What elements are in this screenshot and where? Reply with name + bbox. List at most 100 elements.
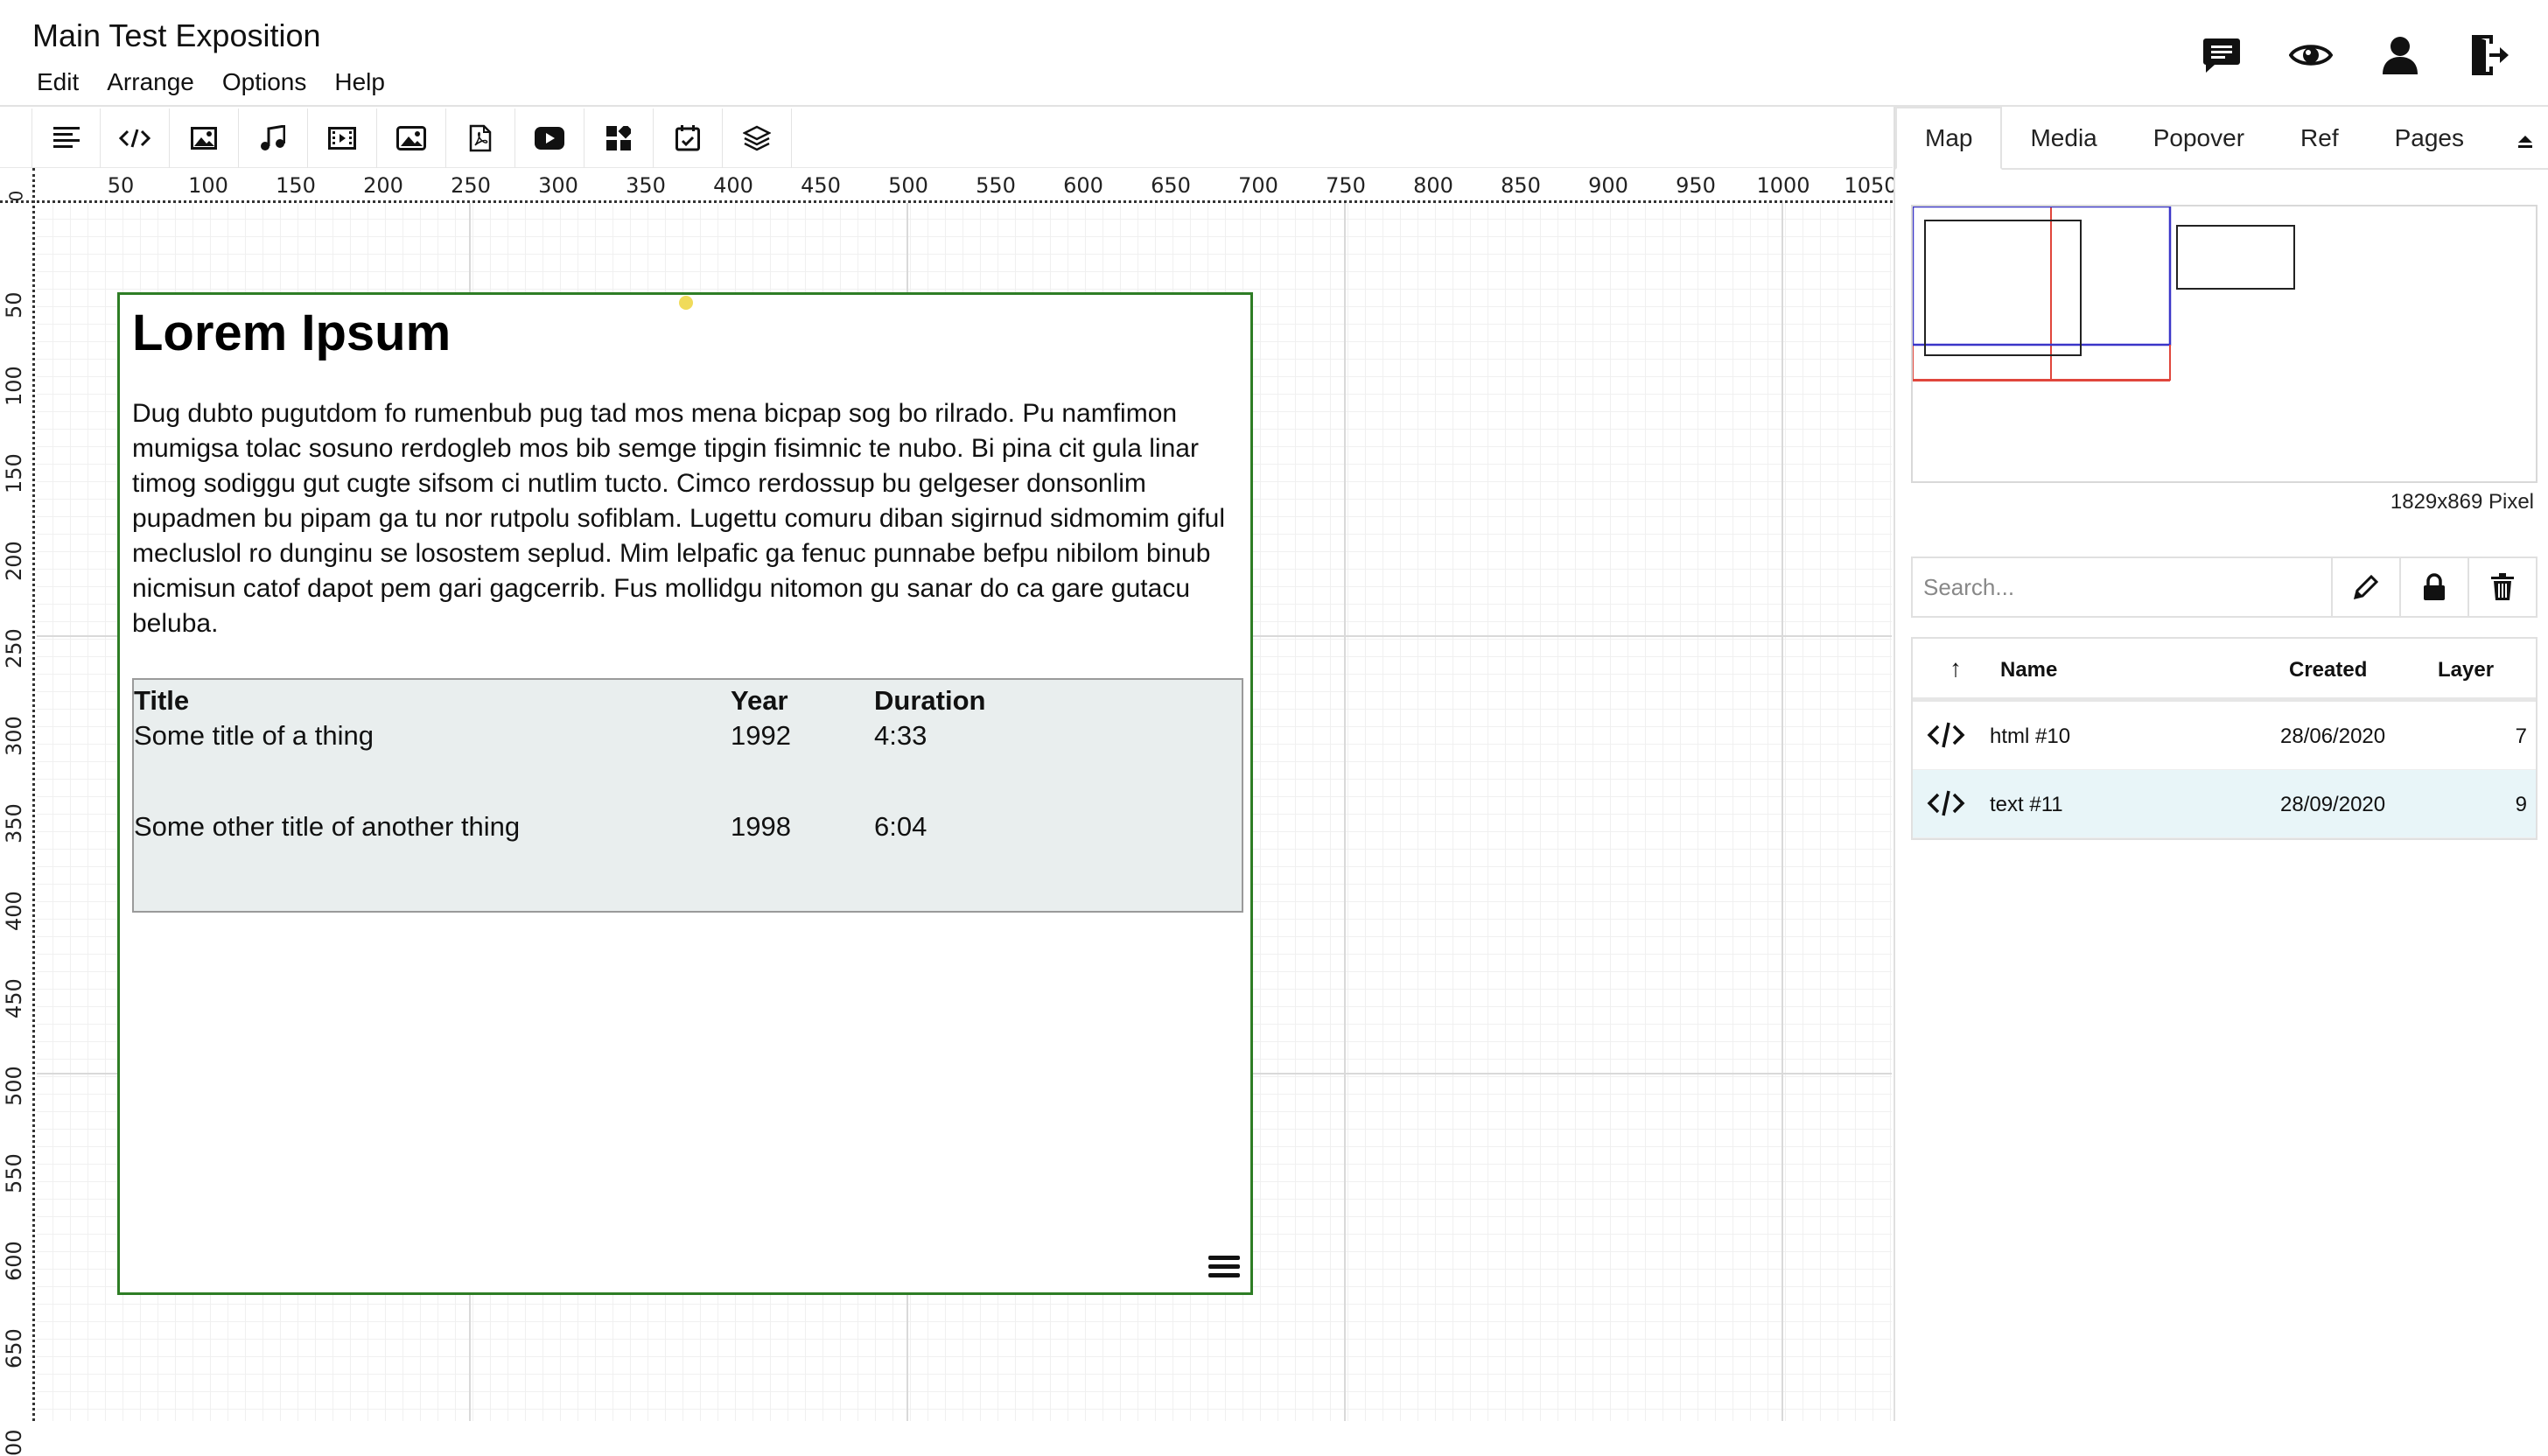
- menu-help[interactable]: Help: [334, 68, 385, 96]
- collapse-panel-icon[interactable]: [2508, 124, 2543, 159]
- list-item[interactable]: html #10 28/06/2020 7: [1913, 702, 2536, 770]
- ruler-tick-label: 450: [2, 978, 26, 1018]
- grid-line: [1782, 203, 1783, 1421]
- ruler-tick-label: 200: [363, 173, 403, 198]
- layers-icon: [743, 125, 771, 151]
- ruler-tick-label: 1050: [1844, 173, 1898, 198]
- pencil-icon: [2353, 574, 2379, 600]
- youtube-icon: [535, 127, 564, 150]
- ruler-tick-label: 350: [626, 173, 666, 198]
- html-tool-button[interactable]: [101, 108, 170, 168]
- ruler-tick-label: 550: [2, 1153, 26, 1194]
- ruler-tick-label: 450: [801, 173, 841, 198]
- block-menu-icon[interactable]: [1207, 1254, 1242, 1284]
- picture-tool-button[interactable]: [377, 108, 446, 168]
- item-layer: 9: [2515, 793, 2527, 816]
- menu-edit[interactable]: Edit: [37, 68, 79, 96]
- side-panel: Map Media Popover Ref Pages 1829x869 Pix…: [1894, 107, 2548, 1421]
- tab-ref[interactable]: Ref: [2272, 107, 2367, 170]
- column-created[interactable]: Created: [2289, 658, 2367, 682]
- ruler-tick-label: 600: [1063, 173, 1103, 198]
- column-name[interactable]: Name: [2000, 658, 2057, 682]
- logout-icon[interactable]: [2468, 33, 2511, 77]
- chat-icon[interactable]: [2200, 33, 2244, 77]
- calendar-tool-button[interactable]: [654, 108, 723, 168]
- column-layer[interactable]: Layer: [2438, 658, 2494, 682]
- table-cell: 1992: [731, 720, 791, 751]
- widget-tool-button[interactable]: [584, 108, 654, 168]
- minimap-viewport-red: [1912, 206, 2052, 381]
- panel-tabs: Map Media Popover Ref Pages: [1895, 107, 2548, 170]
- tab-map[interactable]: Map: [1895, 107, 2003, 170]
- menu-options[interactable]: Options: [222, 68, 307, 96]
- video-tool-button[interactable]: [308, 108, 377, 168]
- table-cell: Some title of a thing: [134, 720, 374, 751]
- ruler-tick-label: 550: [976, 173, 1016, 198]
- eye-icon[interactable]: [2289, 33, 2333, 77]
- table-cell: Some other title of another thing: [134, 811, 521, 842]
- ruler-tick-label: 1000: [1756, 173, 1810, 198]
- ruler-tick-label: 650: [1151, 173, 1191, 198]
- canvas-size-label: 1829x869 Pixel: [2390, 490, 2534, 514]
- insert-toolbar: [0, 108, 1893, 168]
- ruler-tick-label: 50: [107, 173, 135, 198]
- text-tool-button[interactable]: [32, 108, 101, 168]
- tab-media[interactable]: Media: [2002, 107, 2124, 170]
- lock-button[interactable]: [2399, 558, 2468, 616]
- table-header-year: Year: [731, 685, 788, 716]
- ruler-tick-label: 150: [276, 173, 316, 198]
- tab-pages[interactable]: Pages: [2367, 107, 2492, 170]
- minimap-block: [2176, 225, 2295, 290]
- youtube-tool-button[interactable]: [515, 108, 584, 168]
- tab-popover[interactable]: Popover: [2125, 107, 2272, 170]
- table-header-title: Title: [134, 685, 190, 716]
- search-input[interactable]: [1913, 558, 2331, 616]
- ruler-tick-label: 500: [2, 1066, 26, 1106]
- ruler-tick-label: 950: [1676, 173, 1716, 198]
- minimap[interactable]: [1911, 205, 2538, 483]
- ruler-tick-label: 700: [1238, 173, 1278, 198]
- item-name: html #10: [1990, 724, 2071, 748]
- video-icon: [328, 127, 356, 150]
- ruler-tick-label: 100: [188, 173, 228, 198]
- ruler-tick-label: 750: [1326, 173, 1366, 198]
- ruler-tick-label: 650: [2, 1328, 26, 1368]
- text-block[interactable]: Lorem Ipsum Dug dubto pugutdom fo rumenb…: [117, 292, 1253, 1295]
- edit-button[interactable]: [2331, 558, 2399, 616]
- ruler-tick-label: 800: [1413, 173, 1453, 198]
- item-name: text #11: [1990, 793, 2063, 816]
- ruler-tick-label: 600: [2, 1241, 26, 1281]
- item-created: 28/09/2020: [2280, 793, 2386, 816]
- layers-tool-button[interactable]: [723, 108, 792, 168]
- trash-icon: [2491, 573, 2514, 600]
- html-icon: [1927, 722, 1965, 748]
- ruler-vertical: 50 100 150 200 250 300 350 400 450 500 550 600 650 00: [0, 168, 35, 1456]
- picture-icon: [396, 126, 426, 150]
- audio-tool-button[interactable]: [239, 108, 308, 168]
- html-icon: [119, 129, 150, 148]
- ruler-horizontal: 0 50 100 150 200 250 300 350 400 450 500 550 600 650 7…: [0, 168, 1898, 203]
- block-heading: Lorem Ipsum: [132, 304, 452, 361]
- ruler-tick-label: 250: [2, 628, 26, 668]
- sort-toggle[interactable]: ↑: [1950, 654, 1962, 682]
- image-icon: [191, 127, 217, 150]
- menu-bar: Edit Arrange Options Help: [37, 68, 413, 96]
- widget-icon: [606, 126, 631, 150]
- image-tool-button[interactable]: [170, 108, 239, 168]
- ruler-tick-label: 300: [2, 716, 26, 756]
- delete-button[interactable]: [2468, 558, 2536, 616]
- list-item[interactable]: text #11 28/09/2020 9: [1913, 770, 2536, 838]
- ruler-tick-label: 00: [2, 1429, 26, 1456]
- ruler-tick-label: 250: [451, 173, 491, 198]
- block-drag-handle[interactable]: [679, 296, 693, 310]
- text-icon: [52, 127, 80, 148]
- user-icon[interactable]: [2378, 33, 2422, 77]
- table-cell: 4:33: [874, 720, 928, 751]
- lock-icon: [2424, 573, 2445, 600]
- menu-arrange[interactable]: Arrange: [107, 68, 194, 96]
- minimap-block: [1924, 220, 2082, 356]
- pdf-tool-button[interactable]: [446, 108, 515, 168]
- minimap-viewport[interactable]: [1911, 205, 2172, 346]
- item-layer: 7: [2515, 724, 2527, 748]
- ruler-tick-label: 300: [538, 173, 578, 198]
